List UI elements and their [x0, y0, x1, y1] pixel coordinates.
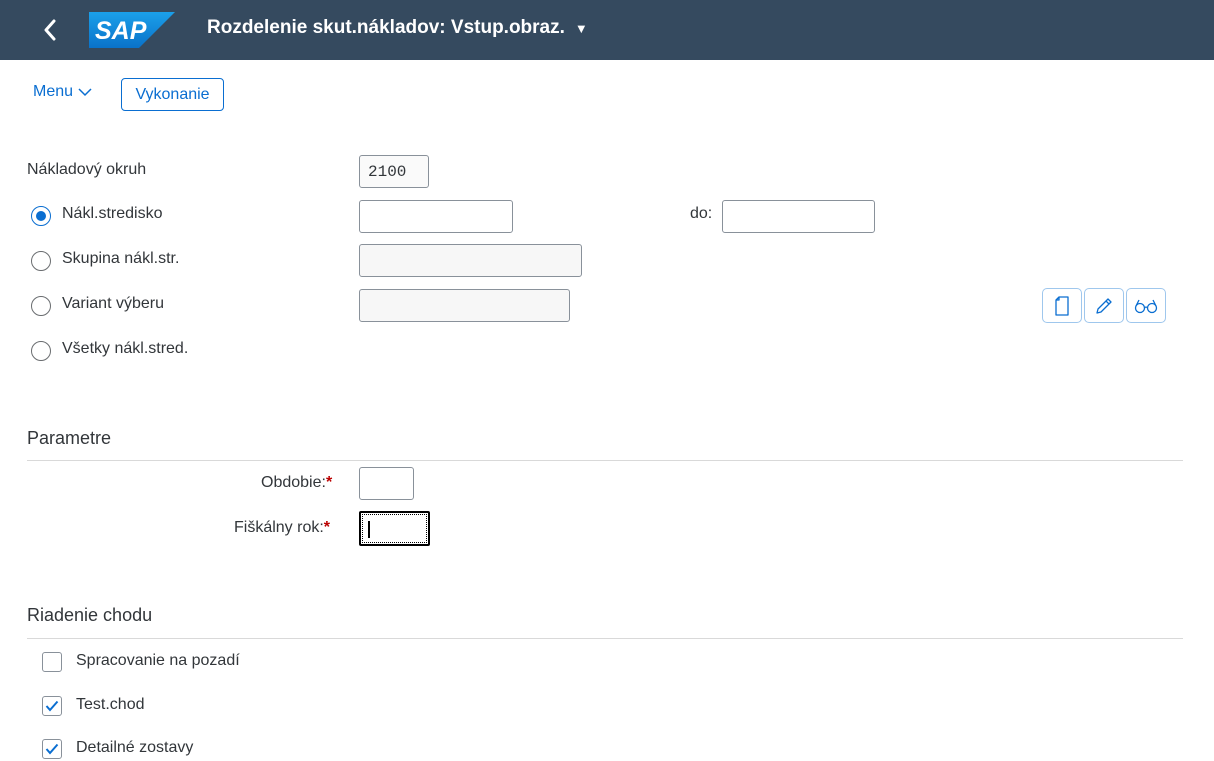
radio-cost-center-label: Nákl.stredisko [62, 205, 163, 222]
check-icon [45, 700, 59, 712]
display-variant-button[interactable] [1126, 288, 1166, 323]
display-icon [1134, 299, 1158, 313]
fiscal-year-field[interactable] [359, 511, 430, 546]
check-icon [45, 743, 59, 755]
required-marker: * [325, 474, 333, 491]
background-processing-label: Spracovanie na pozadí [76, 652, 240, 669]
controlling-area-label: Nákladový okruh [27, 161, 147, 178]
radio-cost-center-group[interactable] [31, 251, 51, 271]
edit-variant-button[interactable] [1084, 288, 1124, 323]
app-title[interactable]: Rozdelenie skut.nákladov: Vstup.obraz. ▼ [207, 17, 588, 39]
svg-text:SAP: SAP [95, 17, 147, 45]
cost-center-group-field[interactable] [359, 244, 582, 277]
radio-selection-variant[interactable] [31, 296, 51, 316]
section-divider [27, 460, 1183, 461]
page-title: Rozdelenie skut.nákladov: Vstup.obraz. [207, 17, 565, 38]
radio-selection-variant-label: Variant výberu [62, 295, 164, 312]
detailed-lists-label: Detailné zostavy [76, 739, 194, 756]
period-field[interactable] [359, 467, 414, 500]
menu-button[interactable]: Menu [33, 83, 92, 101]
selection-variant-field[interactable] [359, 289, 570, 322]
chevron-left-icon [44, 19, 56, 41]
execute-button[interactable]: Vykonanie [121, 78, 224, 111]
radio-cost-center-group-label: Skupina nákl.str. [62, 250, 180, 267]
variant-actions [1042, 288, 1166, 323]
period-label: Obdobie:* [261, 474, 333, 491]
checkbox-background-processing[interactable] [42, 652, 62, 672]
checkbox-test-run[interactable] [42, 696, 62, 716]
text-cursor [368, 521, 370, 538]
fiscal-year-label: Fiškálny rok:* [234, 519, 331, 536]
create-variant-button[interactable] [1042, 288, 1082, 323]
checkbox-detailed-lists[interactable] [42, 739, 62, 759]
menu-label: Menu [33, 83, 74, 100]
controlling-area-field[interactable]: 2100 [359, 155, 429, 188]
create-icon [1055, 295, 1069, 316]
parameters-section-title: Parametre [27, 428, 112, 448]
caret-down-icon: ▼ [574, 20, 588, 36]
section-divider [27, 638, 1183, 639]
shell-bar: SAP Rozdelenie skut.nákladov: Vstup.obra… [0, 0, 1214, 60]
radio-cost-center[interactable] [31, 206, 51, 226]
edit-icon [1096, 297, 1112, 314]
radio-all-cost-centers-label: Všetky nákl.stred. [62, 340, 189, 357]
to-label: do: [690, 205, 713, 222]
sap-logo: SAP [89, 12, 175, 48]
chevron-down-icon [78, 87, 92, 96]
required-marker: * [323, 519, 331, 536]
cost-center-to-field[interactable] [722, 200, 875, 233]
test-run-label: Test.chod [76, 696, 145, 713]
back-button[interactable] [30, 10, 70, 50]
processing-section-title: Riadenie chodu [27, 605, 153, 625]
cost-center-from-field[interactable] [359, 200, 513, 233]
radio-all-cost-centers[interactable] [31, 341, 51, 361]
